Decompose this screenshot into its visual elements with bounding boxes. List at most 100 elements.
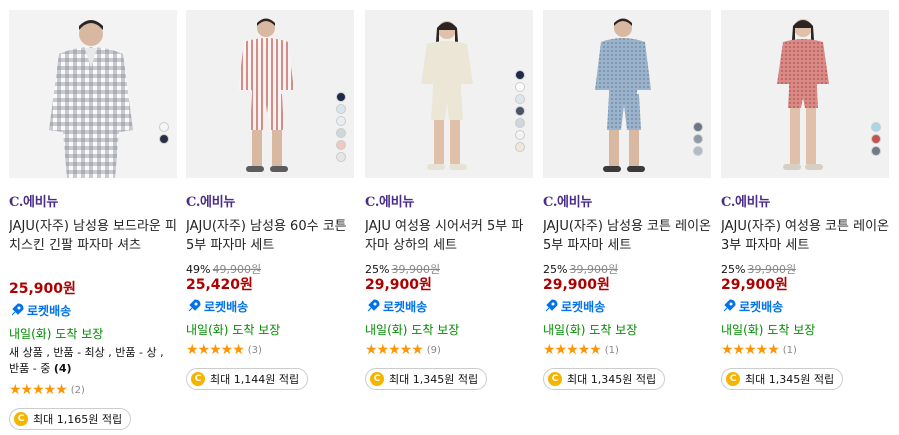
product-card[interactable]: C.에비뉴 JAJU(자주) 남성용 보드라운 피치스킨 긴팔 파자마 셔츠 2… (9, 10, 177, 430)
star-rating-icon: ★★★★★ (721, 342, 780, 358)
star-rating-icon: ★★★★★ (9, 382, 68, 398)
brand-logo: C.에비뉴 (365, 195, 415, 210)
color-swatch[interactable] (336, 116, 346, 126)
color-swatch[interactable] (159, 122, 169, 132)
product-photo-male-blue-pajama (543, 10, 711, 178)
star-rating-icon: ★★★★★ (543, 342, 602, 358)
reward-badge: C 최대 1,345원 적립 (543, 368, 666, 390)
color-swatch[interactable] (515, 118, 525, 128)
rocket-icon (545, 299, 558, 312)
coin-icon: C (191, 372, 205, 386)
coin-icon: C (370, 372, 384, 386)
product-title[interactable]: JAJU(자주) 남성용 보드라운 피치스킨 긴팔 파자마 셔츠 (9, 217, 177, 274)
color-swatches (515, 70, 525, 152)
brand-logo: C.에비뉴 (9, 195, 59, 210)
color-swatch[interactable] (336, 128, 346, 138)
product-image[interactable] (186, 10, 354, 178)
color-swatch[interactable] (515, 94, 525, 104)
color-swatch[interactable] (693, 134, 703, 144)
product-price: 29,900원 (543, 277, 610, 293)
product-photo-female-seersucker-pajama (365, 10, 533, 178)
color-swatches (159, 122, 169, 144)
review-count: (2) (70, 384, 85, 396)
delivery-guarantee: 내일(화) 도착 보장 (721, 323, 816, 337)
product-photo-male-stripe-pajama (186, 10, 354, 178)
product-title[interactable]: JAJU 여성용 시어서커 5부 파자마 상하의 세트 (365, 217, 533, 255)
rating: ★★★★★ (2) (9, 382, 177, 398)
color-swatches (693, 122, 703, 156)
product-image[interactable] (543, 10, 711, 178)
product-photo-male-check-pajama (9, 10, 177, 178)
rocket-icon (723, 299, 736, 312)
option-info: 새 상품 , 반품 - 최상 , 반품 - 상 , 반품 - 중 (4) (9, 346, 164, 375)
color-swatch[interactable] (515, 106, 525, 116)
reward-badge: C 최대 1,345원 적립 (365, 368, 488, 390)
rocket-delivery-badge: 로켓배송 (365, 295, 533, 317)
color-swatches (871, 122, 881, 156)
product-grid: C.에비뉴 JAJU(자주) 남성용 보드라운 피치스킨 긴팔 파자마 셔츠 2… (0, 0, 899, 435)
star-rating-icon: ★★★★★ (186, 342, 245, 358)
review-count: (1) (782, 344, 797, 356)
product-image[interactable] (9, 10, 177, 178)
review-count: (3) (247, 344, 262, 356)
rating: ★★★★★ (9) (365, 342, 533, 358)
rating: ★★★★★ (1) (543, 342, 711, 358)
color-swatch[interactable] (515, 82, 525, 92)
product-card[interactable]: C.에비뉴 JAJU(자주) 남성용 코튼 레이온 5부 파자마 세트 25% 3… (543, 10, 711, 390)
product-price: 29,900원 (721, 277, 788, 293)
rocket-delivery-badge: 로켓배송 (721, 295, 889, 317)
color-swatch[interactable] (336, 152, 346, 162)
discount-info: 25% 39,900원 (365, 263, 441, 276)
delivery-guarantee: 내일(화) 도착 보장 (9, 327, 104, 341)
rating: ★★★★★ (3) (186, 342, 354, 358)
color-swatches (336, 92, 346, 162)
product-card[interactable]: C.에비뉴 JAJU 여성용 시어서커 5부 파자마 상하의 세트 25% 39,… (365, 10, 533, 390)
color-swatch[interactable] (693, 122, 703, 132)
rocket-delivery-badge: 로켓배송 (186, 295, 354, 317)
brand-logo: C.에비뉴 (721, 195, 771, 210)
color-swatch[interactable] (693, 146, 703, 156)
coin-icon: C (726, 372, 740, 386)
coin-icon: C (14, 412, 28, 426)
rocket-icon (367, 299, 380, 312)
color-swatch[interactable] (159, 134, 169, 144)
rocket-delivery-badge: 로켓배송 (543, 295, 711, 317)
color-swatch[interactable] (336, 92, 346, 102)
color-swatch[interactable] (336, 104, 346, 114)
rating: ★★★★★ (1) (721, 342, 889, 358)
brand-logo: C.에비뉴 (186, 195, 236, 210)
review-count: (9) (426, 344, 441, 356)
delivery-guarantee: 내일(화) 도착 보장 (543, 323, 638, 337)
product-photo-female-red-pajama (721, 10, 889, 178)
color-swatch[interactable] (871, 146, 881, 156)
rocket-icon (188, 299, 201, 312)
rocket-icon (11, 303, 24, 316)
review-count: (1) (604, 344, 619, 356)
color-swatch[interactable] (515, 142, 525, 152)
reward-badge: C 최대 1,165원 적립 (9, 408, 132, 430)
discount-info: 49% 49,900원 (186, 263, 262, 276)
color-swatch[interactable] (515, 70, 525, 80)
discount-info: 25% 39,900원 (543, 263, 619, 276)
discount-info: 25% 39,900원 (721, 263, 797, 276)
brand-logo: C.에비뉴 (543, 195, 593, 210)
product-image[interactable] (721, 10, 889, 178)
color-swatch[interactable] (871, 122, 881, 132)
color-swatch[interactable] (871, 134, 881, 144)
delivery-guarantee: 내일(화) 도착 보장 (365, 323, 460, 337)
color-swatch[interactable] (515, 130, 525, 140)
coin-icon: C (548, 372, 562, 386)
product-card[interactable]: C.에비뉴 JAJU(자주) 남성용 60수 코튼 5부 파자마 세트 49% 4… (186, 10, 354, 390)
product-image[interactable] (365, 10, 533, 178)
product-card[interactable]: C.에비뉴 JAJU(자주) 여성용 코튼 레이온 3부 파자마 세트 25% 3… (721, 10, 889, 390)
reward-badge: C 최대 1,144원 적립 (186, 368, 309, 390)
product-title[interactable]: JAJU(자주) 남성용 코튼 레이온 5부 파자마 세트 (543, 217, 711, 255)
color-swatch[interactable] (336, 140, 346, 150)
product-title[interactable]: JAJU(자주) 남성용 60수 코튼 5부 파자마 세트 (186, 217, 354, 255)
star-rating-icon: ★★★★★ (365, 342, 424, 358)
rocket-delivery-badge: 로켓배송 (9, 299, 177, 321)
product-price: 25,420원 (186, 277, 253, 293)
reward-badge: C 최대 1,345원 적립 (721, 368, 844, 390)
product-title[interactable]: JAJU(자주) 여성용 코튼 레이온 3부 파자마 세트 (721, 217, 889, 255)
delivery-guarantee: 내일(화) 도착 보장 (186, 323, 281, 337)
